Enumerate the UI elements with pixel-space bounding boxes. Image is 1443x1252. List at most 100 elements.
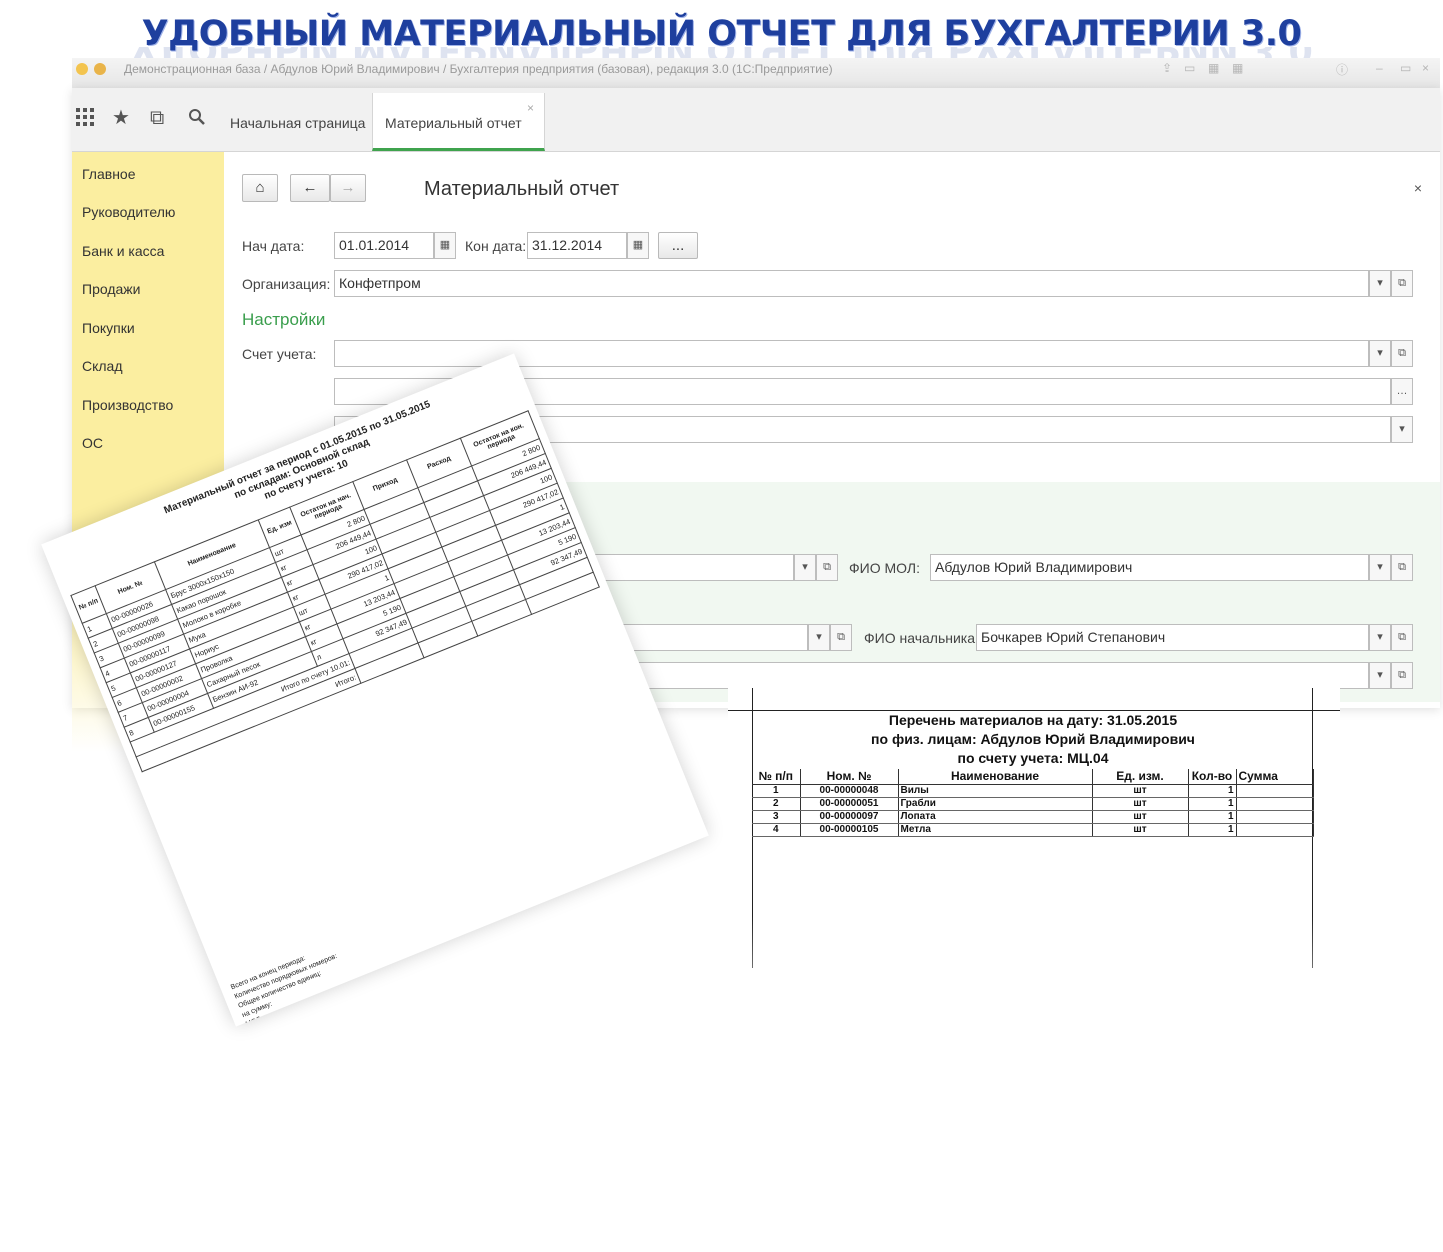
open-icon[interactable]: ⧉ (1391, 624, 1413, 651)
table-cell: Метла (898, 823, 1093, 837)
home-button[interactable]: ⌂ (242, 174, 278, 202)
organization-label: Организация: (242, 276, 331, 292)
table-cell: 1 (752, 784, 801, 798)
table-row: 2 00-00000051 Грабли шт 1 (752, 797, 1314, 811)
toolbar-icon[interactable]: ▭ (1184, 61, 1195, 75)
table-cell (1236, 784, 1314, 798)
account-label: Счет учета: (242, 346, 317, 362)
open-icon[interactable]: ⧉ (1391, 554, 1413, 581)
calendar-icon[interactable]: ▦ (434, 232, 456, 259)
chevron-down-icon[interactable]: ▾ (1369, 554, 1391, 581)
table-cell: 00-00000051 (800, 797, 899, 811)
chevron-down-icon[interactable]: ▾ (1369, 624, 1391, 651)
column-header: Сумма (1236, 769, 1314, 785)
mol-label: ФИО МОЛ: (849, 560, 920, 576)
table-row: 1 00-00000048 Вилы шт 1 (752, 784, 1314, 798)
tab-close-icon[interactable]: × (527, 101, 534, 115)
table-cell (1236, 823, 1314, 837)
tab-material-report[interactable]: Материальный отчет × (372, 93, 545, 151)
table-row: 3 00-00000097 Лопата шт 1 (752, 810, 1314, 824)
chief-label: ФИО начальника: (864, 630, 979, 646)
sidebar-item-main[interactable]: Главное (82, 166, 136, 182)
sidebar-item-sales[interactable]: Продажи (82, 281, 140, 297)
sidebar-item-purchases[interactable]: Покупки (82, 320, 135, 336)
sidebar-item-bank[interactable]: Банк и касса (82, 243, 164, 259)
calendar-icon[interactable]: ▦ (627, 232, 649, 259)
table-cell: 1 (1188, 823, 1237, 837)
organization-input[interactable]: Конфетпром (334, 270, 1369, 297)
table-cell: 1 (1188, 784, 1237, 798)
form-title: Материальный отчет (424, 178, 620, 200)
divider (728, 710, 1340, 711)
table-cell: Вилы (898, 784, 1093, 798)
window-titlebar: Демонстрационная база / Абдулов Юрий Вла… (72, 58, 1440, 88)
apps-grid-icon[interactable] (76, 108, 94, 130)
column-header: № п/п (752, 769, 801, 785)
history-icon[interactable]: ⧉ (150, 108, 164, 128)
sidebar-item-production[interactable]: Производство (82, 397, 173, 413)
sidebar-item-warehouse[interactable]: Склад (82, 358, 123, 374)
list-subtitle: по физ. лицам: Абдулов Юрий Владимирович (871, 731, 1195, 747)
table-cell: Лопата (898, 810, 1093, 824)
calendar-icon[interactable]: ▦ (1232, 61, 1243, 75)
table-cell: Грабли (898, 797, 1093, 811)
tab-home[interactable]: Начальная страница (218, 93, 379, 151)
table-cell: шт (1092, 784, 1189, 798)
column-header: Кол-во (1188, 769, 1237, 785)
table-cell: 3 (752, 810, 801, 824)
table-cell: 1 (1188, 797, 1237, 811)
mol-input[interactable]: Абдулов Юрий Владимирович (930, 554, 1369, 581)
end-date-input[interactable]: 31.12.2014 (527, 232, 627, 259)
chief-input[interactable]: Бочкарев Юрий Степанович (976, 624, 1369, 651)
table-cell: шт (1092, 823, 1189, 837)
favorites-star-icon[interactable]: ★ (112, 108, 130, 128)
close-window-icon[interactable]: × (1422, 61, 1429, 75)
chevron-down-icon[interactable]: ▾ (1369, 270, 1391, 297)
table-cell: 1 (1188, 810, 1237, 824)
materials-list-printout: Перечень материалов на дату: 31.05.2015 … (728, 688, 1340, 1068)
back-button[interactable]: ← (290, 174, 330, 202)
list-title: Перечень материалов на дату: 31.05.2015 (888, 712, 1178, 728)
chevron-down-icon[interactable]: ▾ (1369, 662, 1391, 689)
open-icon[interactable]: ⧉ (1391, 340, 1413, 367)
settings-heading: Настройки (242, 310, 326, 329)
table-cell: 00-00000097 (800, 810, 899, 824)
minimize-icon[interactable]: – (1376, 61, 1383, 75)
form-close-icon[interactable]: × (1414, 180, 1422, 196)
column-header: Ед. изм. (1092, 769, 1189, 785)
chevron-down-icon[interactable]: ▾ (794, 554, 816, 581)
restore-icon[interactable]: ▭ (1400, 61, 1411, 75)
sidebar-item-fixed-assets[interactable]: ОС (82, 435, 103, 451)
info-icon[interactable]: ⓘ (1336, 61, 1348, 78)
select-button[interactable]: … (1391, 378, 1413, 405)
start-date-input[interactable]: 01.01.2014 (334, 232, 434, 259)
table-header-row: № п/п Ном. № Наименование Ед. изм. Кол-в… (752, 769, 1314, 785)
forward-button[interactable]: → (330, 174, 366, 202)
period-select-button[interactable]: ... (658, 232, 698, 259)
window-title: Демонстрационная база / Абдулов Юрий Вла… (124, 62, 833, 76)
top-toolbar: ★ ⧉ Начальная страница Материальный отче… (72, 88, 1440, 152)
sidebar-item-management[interactable]: Руководителю (82, 204, 175, 220)
table-cell: 00-00000048 (800, 784, 899, 798)
chevron-down-icon[interactable]: ▾ (1369, 340, 1391, 367)
chevron-down-icon[interactable]: ▾ (1391, 416, 1413, 443)
menu-icon[interactable] (94, 63, 106, 75)
open-icon[interactable]: ⧉ (816, 554, 838, 581)
table-cell: 2 (752, 797, 801, 811)
open-icon[interactable]: ⧉ (1391, 662, 1413, 689)
tab-material-report-label: Материальный отчет (385, 115, 522, 131)
table-row: 4 00-00000105 Метла шт 1 (752, 823, 1314, 837)
open-icon[interactable]: ⧉ (1391, 270, 1413, 297)
column-header: Ном. № (800, 769, 899, 785)
table-cell: шт (1092, 797, 1189, 811)
open-icon[interactable]: ⧉ (830, 624, 852, 651)
search-icon[interactable] (188, 108, 206, 130)
chevron-down-icon[interactable]: ▾ (808, 624, 830, 651)
calc-icon[interactable]: ▦ (1208, 61, 1219, 75)
toolbar-icon[interactable]: ⇪ (1162, 61, 1172, 75)
end-date-label: Кон дата: (465, 238, 527, 254)
app-logo-icon (76, 63, 88, 75)
table-cell: 00-00000105 (800, 823, 899, 837)
table-cell: шт (1092, 810, 1189, 824)
tab-home-label: Начальная страница (230, 115, 366, 131)
